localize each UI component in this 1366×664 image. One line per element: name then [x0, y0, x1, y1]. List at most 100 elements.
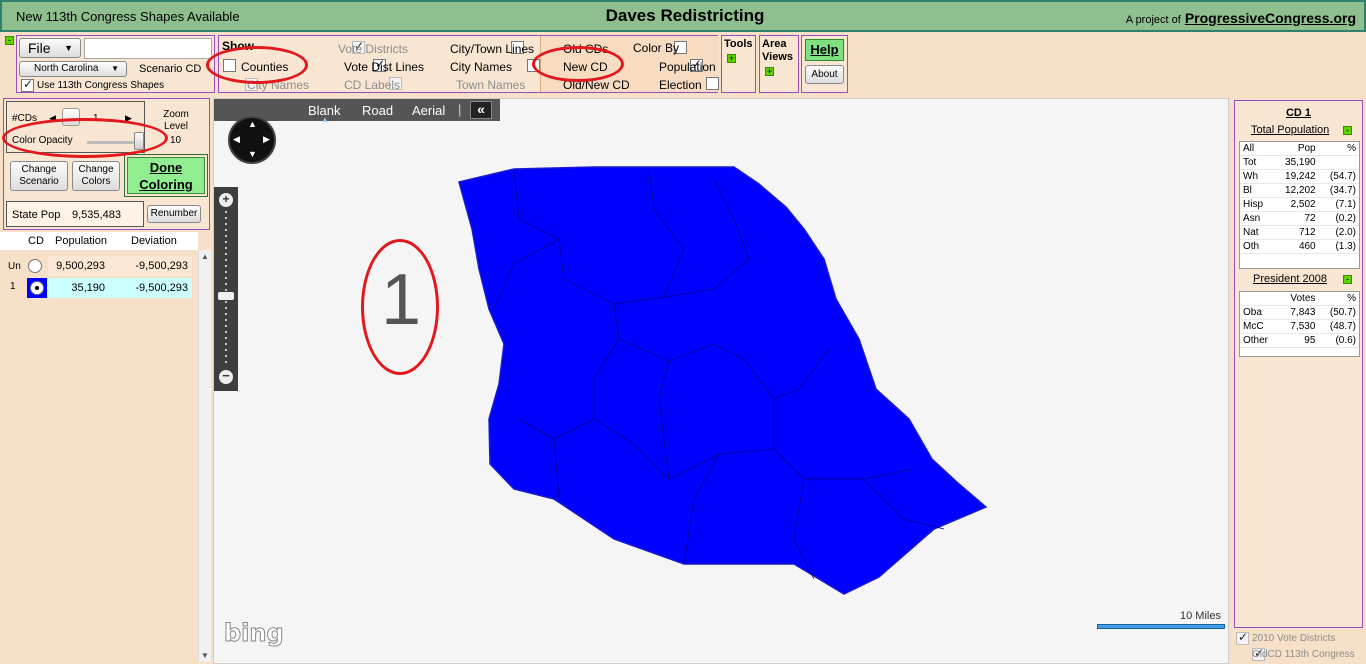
- election-table: Votes% Oba 7,843 (50.7) McC 7,530 (48.7) Oth…: [1239, 291, 1360, 357]
- collapse-toolbar-icon[interactable]: -: [5, 36, 14, 45]
- state-pop-value: 9,535,483: [72, 209, 121, 221]
- annotation-ring-new-cd: [532, 46, 624, 82]
- renumber-button[interactable]: Renumber: [147, 205, 201, 223]
- table-row[interactable]: 1 35,190 -9,500,293: [0, 277, 195, 299]
- cd-radio[interactable]: [28, 259, 42, 273]
- pop-row-value: 2,502: [1272, 197, 1319, 212]
- zoom-value: 10: [170, 135, 182, 146]
- state-select[interactable]: North Carolina ▼: [19, 61, 127, 77]
- city-town-lines-label: City/Town Lines: [450, 42, 535, 56]
- pop-row-pct: (54.7): [1318, 169, 1359, 184]
- row-deviation: -9,500,293: [135, 260, 188, 272]
- scale-bar: [1097, 624, 1225, 629]
- zoom-label: Zoom Level: [163, 109, 189, 132]
- vote-header: [1240, 292, 1280, 306]
- vote-row-value: 95: [1279, 333, 1319, 348]
- district-map-svg[interactable]: [214, 99, 1229, 664]
- help-panel: Help About: [801, 35, 848, 93]
- population-label: Population: [659, 60, 716, 74]
- total-population-label[interactable]: Total Population: [1251, 124, 1329, 136]
- project-link[interactable]: ProgressiveCongress.org: [1185, 10, 1356, 26]
- done-coloring-button[interactable]: Done Coloring: [127, 157, 205, 194]
- scale-label: 10 Miles: [1180, 610, 1221, 622]
- vote-header: Votes: [1279, 292, 1319, 306]
- vote-districts-label: Vote Districts: [338, 42, 409, 56]
- expand-area-views-icon[interactable]: +: [765, 67, 774, 76]
- cd-table-header: CD Population Deviation: [0, 232, 198, 250]
- city-names-label: City Names: [450, 60, 513, 74]
- about-button[interactable]: About: [805, 65, 844, 84]
- map-view[interactable]: Blank ▲ Road Aerial | « ▲ ▼ ◀ ▶ + − 1 10…: [213, 98, 1229, 664]
- annotation-number: 1: [380, 260, 422, 340]
- population-table: All Pop% Tot 35,190 Wh 19,242 (54.7) Bl 12,20…: [1239, 141, 1360, 269]
- col-cd: CD: [28, 235, 44, 247]
- pop-row-label: Bl: [1240, 183, 1273, 198]
- vote-row-pct: (50.7): [1318, 305, 1359, 320]
- col-population: Population: [55, 235, 107, 247]
- pop-header: All: [1240, 142, 1273, 156]
- pop-row-value: 35,190: [1272, 155, 1319, 170]
- vote-row-value: 7,843: [1279, 305, 1319, 320]
- pop-row-label: Wh: [1240, 169, 1273, 184]
- pop-row-value: 72: [1272, 211, 1319, 226]
- change-scenario-button[interactable]: Change Scenario: [10, 161, 68, 191]
- pop-row-pct: (1.3): [1318, 239, 1359, 254]
- help-button[interactable]: Help: [805, 39, 844, 61]
- row-deviation: -9,500,293: [135, 282, 188, 294]
- scenario-name-input[interactable]: [84, 38, 212, 59]
- chevron-down-icon: ▼: [64, 43, 73, 53]
- color-by-label: Color By: [633, 41, 680, 55]
- table-row[interactable]: Un 9,500,293 -9,500,293: [0, 255, 195, 277]
- row-cd: 1: [10, 281, 16, 292]
- file-menu-button[interactable]: File ▼: [19, 38, 81, 58]
- app-header: New 113th Congress Shapes Available Dave…: [0, 0, 1366, 32]
- row-cd: Un: [8, 261, 21, 272]
- expand-tools-icon[interactable]: +: [727, 54, 736, 63]
- annotation-ring-counties: [206, 46, 308, 84]
- stats-panel: CD 1 Total Population - All Pop% Tot 35,19…: [1234, 100, 1363, 628]
- vote-districts-2010-checkbox[interactable]: [1236, 630, 1249, 645]
- vote-row-label: Oba: [1240, 305, 1280, 320]
- col-deviation: Deviation: [131, 235, 177, 247]
- row-population: 35,190: [71, 282, 105, 294]
- tools-label[interactable]: Tools: [724, 38, 753, 50]
- collapse-population-icon[interactable]: -: [1343, 126, 1352, 135]
- vote-districts-2010-label: 2010 Vote Districts: [1252, 633, 1336, 644]
- pop-row-pct: [1318, 155, 1359, 170]
- pop-row-pct: (0.2): [1318, 211, 1359, 226]
- area-views-label[interactable]: Area Views: [762, 38, 800, 64]
- pop-row-pct: (34.7): [1318, 183, 1359, 198]
- tools-panel: Tools +: [721, 35, 756, 93]
- state-pop-label: State Pop: [12, 209, 61, 221]
- bing-logo: bing: [224, 619, 285, 648]
- chevron-down-icon: ▼: [111, 64, 119, 73]
- pop-row-label: Nat: [1240, 225, 1273, 240]
- stats-title: CD 1: [1285, 107, 1312, 119]
- pop-row-label: Asn: [1240, 211, 1273, 226]
- pop-row-value: 460: [1272, 239, 1319, 254]
- pop-row-pct: (2.0): [1318, 225, 1359, 240]
- cd-table-scrollbar[interactable]: ▲ ▼: [198, 250, 211, 662]
- election-label: Election: [659, 78, 702, 92]
- pop-header: %: [1318, 142, 1359, 156]
- vote-row-label: Other: [1240, 333, 1280, 348]
- scenario-label: Scenario CD: [139, 63, 202, 75]
- vote-header: %: [1318, 292, 1359, 306]
- pop-row-label: Oth: [1240, 239, 1273, 254]
- vote-row-value: 7,530: [1279, 319, 1319, 334]
- president-2008-label[interactable]: President 2008: [1253, 273, 1327, 285]
- change-colors-button[interactable]: Change Colors: [72, 161, 120, 191]
- oldcd-113th-label: OldCD 113th Congress: [1252, 649, 1355, 660]
- row-population: 9,500,293: [56, 260, 105, 272]
- collapse-election-icon[interactable]: -: [1343, 275, 1352, 284]
- pop-row-pct: (7.1): [1318, 197, 1359, 212]
- pop-row-value: 19,242: [1272, 169, 1319, 184]
- district-1-shape: [458, 166, 988, 595]
- annotation-ring-opacity: [2, 118, 168, 158]
- old-new-cd-checkbox[interactable]: [705, 77, 719, 90]
- use-shapes-checkbox[interactable]: [21, 77, 34, 92]
- cd-labels-label: CD Labels: [344, 78, 401, 92]
- project-credit: A project of ProgressiveCongress.org: [1126, 10, 1356, 26]
- cd-color-swatch[interactable]: [27, 278, 47, 298]
- vote-dist-lines-label: Vote Dist Lines: [344, 60, 425, 74]
